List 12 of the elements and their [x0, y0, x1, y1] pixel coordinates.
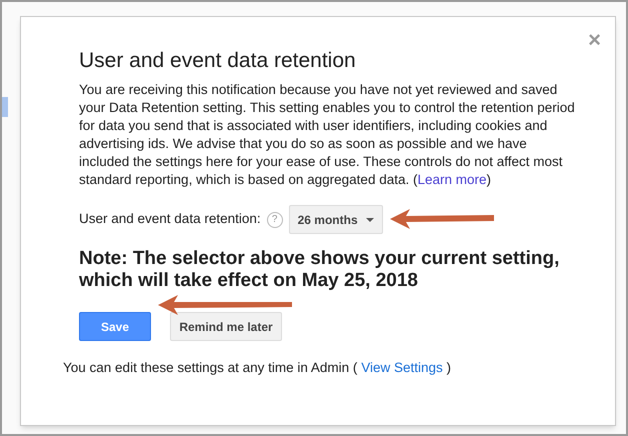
note-text: Note: The selector above shows your current setting, which will take effect on May 25, 2018 — [79, 248, 560, 292]
remind-later-button[interactable]: Remind me later — [170, 312, 282, 341]
retention-dropdown[interactable]: 26 months — [288, 205, 383, 234]
help-icon[interactable]: ? — [266, 212, 283, 228]
body-text: You are receiving this notification because you have not yet reviewed and saved your Data Retention setting. This setting enables you to control the retention period for data you send that is associated with user identifiers, including cookies and advertising ids. We advise that you do so as soon as possible and we have included the settings here for your ease of use. These controls do not affect most standard reporting, which is based on aggregated data. (Learn more) — [79, 81, 576, 189]
footer-text: You can edit these settings at any time in Admin ( View Settings ) — [63, 359, 452, 377]
close-button[interactable]: × — [588, 29, 601, 51]
view-settings-link[interactable]: View Settings — [361, 360, 443, 375]
setting-label: User and event data retention: — [79, 210, 261, 228]
dialog-title: User and event data retention — [79, 48, 357, 74]
link[interactable]: Learn more — [417, 172, 487, 187]
save-button[interactable]: Save — [79, 312, 151, 341]
